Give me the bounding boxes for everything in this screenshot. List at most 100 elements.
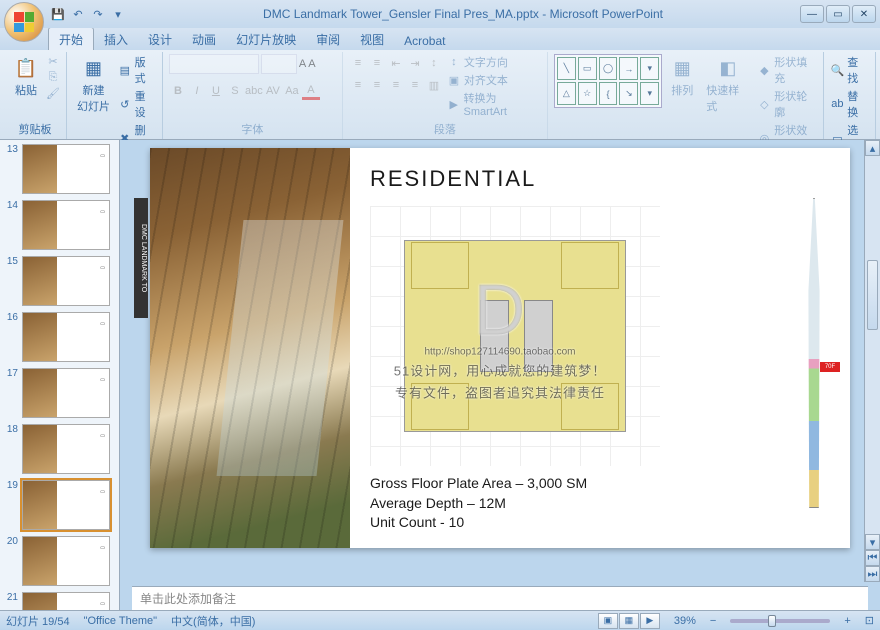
reset-button[interactable]: ↺重设 bbox=[118, 88, 156, 120]
strike-button[interactable]: S bbox=[226, 82, 244, 100]
thumb-number: 20 bbox=[4, 536, 18, 547]
tab-design[interactable]: 设计 bbox=[138, 28, 182, 50]
case-button[interactable]: Aa bbox=[283, 82, 301, 100]
slide-thumbnail[interactable]: ▭ bbox=[22, 592, 110, 610]
shape-fill-button[interactable]: ◆形状填充 bbox=[757, 54, 817, 86]
thumb-row[interactable]: 19▭ bbox=[4, 480, 115, 530]
redo-icon[interactable]: ↷ bbox=[90, 6, 106, 22]
thumb-row[interactable]: 21▭ bbox=[4, 592, 115, 610]
paste-button[interactable]: 📋粘贴 bbox=[10, 54, 42, 100]
spacing-button[interactable]: AV bbox=[264, 82, 282, 100]
tab-animations[interactable]: 动画 bbox=[182, 28, 226, 50]
font-color-button[interactable]: A bbox=[302, 82, 320, 100]
thumb-number: 18 bbox=[4, 424, 18, 435]
vertical-scrollbar[interactable]: ▴ ▾ ⏮ ⏭ bbox=[864, 140, 880, 582]
thumb-row[interactable]: 18 ▭ bbox=[4, 424, 115, 474]
font-size-select[interactable] bbox=[261, 54, 297, 74]
layout-button[interactable]: ▤版式 bbox=[118, 54, 156, 86]
grow-font-button[interactable]: A bbox=[299, 58, 306, 70]
italic-button[interactable]: I bbox=[188, 82, 206, 100]
save-icon[interactable]: 💾 bbox=[50, 6, 66, 22]
group-label: 段落 bbox=[349, 120, 541, 139]
status-slide-number: 幻灯片 19/54 bbox=[6, 613, 70, 629]
arrange-icon: ▦ bbox=[670, 56, 694, 80]
slide-thumbnail[interactable]: ▭ bbox=[22, 480, 110, 530]
tab-review[interactable]: 审阅 bbox=[306, 28, 350, 50]
cut-button[interactable]: ✂ bbox=[46, 54, 60, 68]
notes-pane[interactable]: 单击此处添加备注 bbox=[132, 586, 868, 610]
quick-access-toolbar: 💾 ↶ ↷ ▾ bbox=[50, 6, 126, 22]
thumb-row[interactable]: 20 ▭ bbox=[4, 536, 115, 586]
minimize-button[interactable]: — bbox=[800, 5, 824, 23]
indent-button[interactable]: ⇥ bbox=[406, 54, 424, 72]
thumb-row[interactable]: 13 ▭ bbox=[4, 144, 115, 194]
close-button[interactable]: ✕ bbox=[852, 5, 876, 23]
arrange-button[interactable]: ▦排列 bbox=[666, 54, 698, 100]
quick-styles-button[interactable]: ◧快速样式 bbox=[702, 54, 753, 116]
scroll-up-arrow[interactable]: ▴ bbox=[865, 140, 880, 156]
prev-slide-button[interactable]: ⏮ bbox=[865, 550, 880, 566]
line-spacing-button[interactable]: ↕ bbox=[425, 54, 443, 72]
zoom-slider[interactable] bbox=[730, 619, 830, 623]
bold-button[interactable]: B bbox=[169, 82, 187, 100]
text-direction-button[interactable]: ↕文字方向 bbox=[447, 54, 541, 70]
tab-slideshow[interactable]: 幻灯片放映 bbox=[226, 28, 306, 50]
thumb-row[interactable]: 15▭ bbox=[4, 256, 115, 306]
font-family-select[interactable] bbox=[169, 54, 259, 74]
slide-stage[interactable]: DMC LANDMARK TO RESIDENTIAL Gross Floor … bbox=[120, 140, 880, 582]
align-center-button[interactable]: ≡ bbox=[368, 76, 386, 94]
shrink-font-button[interactable]: A bbox=[308, 58, 315, 70]
scroll-thumb[interactable] bbox=[867, 260, 878, 330]
new-slide-button[interactable]: ▦新建 幻灯片 bbox=[73, 54, 114, 116]
align-right-button[interactable]: ≡ bbox=[387, 76, 405, 94]
zoom-knob[interactable] bbox=[768, 615, 776, 627]
tab-acrobat[interactable]: Acrobat bbox=[394, 31, 455, 50]
bullets-button[interactable]: ≡ bbox=[349, 54, 367, 72]
align-text-button[interactable]: ▣对齐文本 bbox=[447, 72, 541, 88]
status-language[interactable]: 中文(简体，中国) bbox=[171, 613, 255, 629]
slide-canvas[interactable]: DMC LANDMARK TO RESIDENTIAL Gross Floor … bbox=[150, 148, 850, 548]
sorter-view-button[interactable]: ▦ bbox=[619, 613, 639, 629]
align-left-button[interactable]: ≡ bbox=[349, 76, 367, 94]
fit-window-button[interactable]: ⊡ bbox=[865, 614, 874, 627]
zoom-level[interactable]: 39% bbox=[674, 615, 696, 627]
office-button[interactable] bbox=[4, 2, 44, 42]
zoom-out-button[interactable]: − bbox=[710, 615, 716, 627]
replace-button[interactable]: ab替换 bbox=[830, 88, 869, 120]
shapes-gallery[interactable]: ╲▭◯→▾ △☆{↘▾ bbox=[554, 54, 662, 108]
slideshow-view-button[interactable]: ▶ bbox=[640, 613, 660, 629]
underline-button[interactable]: U bbox=[207, 82, 225, 100]
thumb-row[interactable]: 17▭ bbox=[4, 368, 115, 418]
slide-thumbnail[interactable]: ▭ bbox=[22, 368, 110, 418]
scroll-down-arrow[interactable]: ▾ bbox=[865, 534, 880, 550]
next-slide-button[interactable]: ⏭ bbox=[865, 566, 880, 582]
qat-more-icon[interactable]: ▾ bbox=[110, 6, 126, 22]
thumb-row[interactable]: 14▭ bbox=[4, 200, 115, 250]
tab-insert[interactable]: 插入 bbox=[94, 28, 138, 50]
maximize-button[interactable]: ▭ bbox=[826, 5, 850, 23]
find-button[interactable]: 🔍查找 bbox=[830, 54, 869, 86]
copy-button[interactable]: ⎘ bbox=[46, 70, 60, 84]
shadow-button[interactable]: abc bbox=[245, 82, 263, 100]
slide-thumbnail[interactable]: ▭ bbox=[22, 424, 110, 474]
normal-view-button[interactable]: ▣ bbox=[598, 613, 618, 629]
slide-thumbnail[interactable]: ▭ bbox=[22, 256, 110, 306]
slide-thumbnail[interactable]: ▭ bbox=[22, 144, 110, 194]
justify-button[interactable]: ≡ bbox=[406, 76, 424, 94]
undo-icon[interactable]: ↶ bbox=[70, 6, 86, 22]
slide-thumbnail[interactable]: ▭ bbox=[22, 536, 110, 586]
tab-home[interactable]: 开始 bbox=[48, 27, 94, 50]
slide-thumbnail-panel[interactable]: 13▭14▭15▭16▭17▭18▭19▭20▭21▭ bbox=[0, 140, 120, 610]
smartart-button[interactable]: ▶转换为 SmartArt bbox=[447, 90, 541, 118]
columns-button[interactable]: ▥ bbox=[425, 76, 443, 94]
numbering-button[interactable]: ≡ bbox=[368, 54, 386, 72]
format-painter-button[interactable]: 🖌 bbox=[46, 86, 60, 100]
tab-view[interactable]: 视图 bbox=[350, 28, 394, 50]
thumb-number: 13 bbox=[4, 144, 18, 155]
slide-thumbnail[interactable]: ▭ bbox=[22, 200, 110, 250]
shape-outline-button[interactable]: ◇形状轮廓 bbox=[757, 88, 817, 120]
thumb-row[interactable]: 16▭ bbox=[4, 312, 115, 362]
slide-thumbnail[interactable]: ▭ bbox=[22, 312, 110, 362]
outdent-button[interactable]: ⇤ bbox=[387, 54, 405, 72]
zoom-in-button[interactable]: + bbox=[844, 615, 850, 627]
